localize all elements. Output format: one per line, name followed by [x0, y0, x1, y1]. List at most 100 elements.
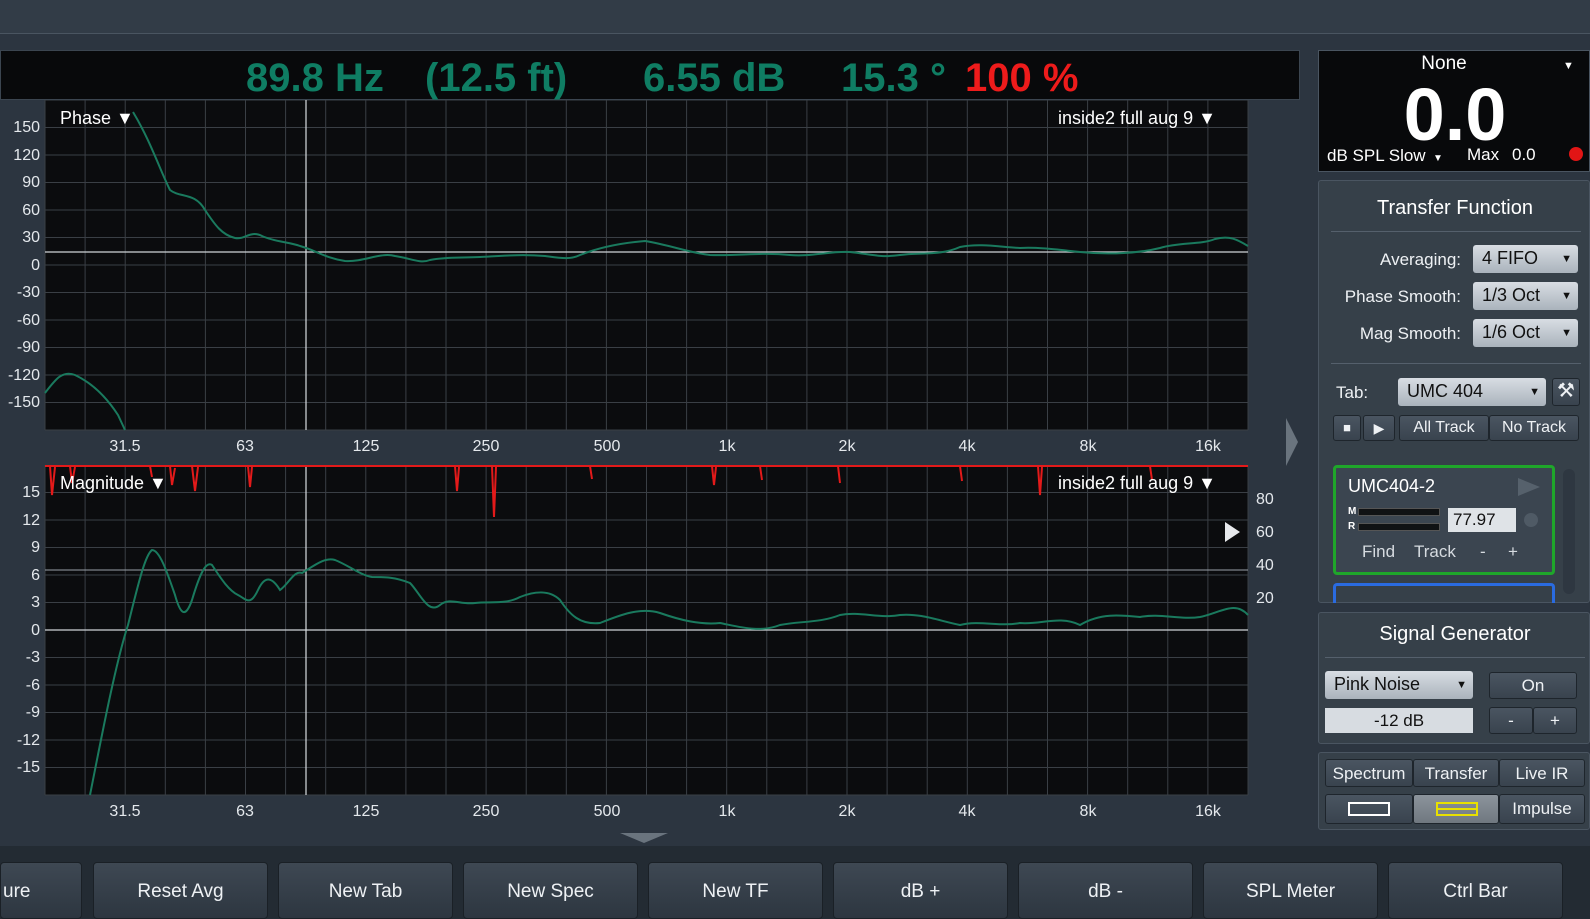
tab-label: Tab: [1336, 383, 1369, 402]
dual-pane-layout-button[interactable] [1413, 794, 1499, 824]
measurement-card[interactable]: UMC404-2 M R 77.97 Find Track - + [1333, 465, 1555, 575]
impulse-view-button[interactable]: Impulse [1499, 794, 1585, 824]
play-icon[interactable]: ▶ [1363, 415, 1395, 441]
phase-xtick: 250 [472, 438, 500, 455]
tf-title: Transfer Function [1377, 197, 1533, 219]
magnitude-graph[interactable] [0, 465, 1300, 830]
signal-generator-panel: Signal Generator Pink Noise ▼ On -12 dB -… [1318, 612, 1590, 744]
phase-xtick: 16k [1195, 438, 1221, 455]
level-minus-button[interactable]: - [1489, 707, 1533, 734]
dual-pane-icon [1436, 802, 1478, 816]
single-pane-layout-button[interactable] [1325, 794, 1413, 824]
chevron-down-icon: ▼ [1456, 679, 1467, 691]
magnitude-trace-label[interactable]: inside2 full aug 9 ▼ [1058, 473, 1216, 494]
chevron-down-icon: ▼ [1561, 327, 1572, 339]
live-readout: 89.8 Hz (12.5 ft) 6.55 dB 15.3 ° 100 % [0, 50, 1300, 100]
mag-ytick: -9 [25, 704, 40, 721]
mag-xtick: 16k [1195, 803, 1221, 820]
meter-r-label: R [1348, 521, 1356, 532]
phase-xtick: 500 [593, 438, 621, 455]
phase-ytick: 150 [13, 119, 40, 136]
magnitude-title[interactable]: Magnitude ▼ [60, 473, 167, 494]
spectrum-view-button[interactable]: Spectrum [1325, 759, 1413, 787]
transfer-view-button[interactable]: Transfer [1413, 759, 1499, 787]
new-tab-button[interactable]: New Tab [278, 862, 453, 919]
record-indicator-icon[interactable] [1569, 147, 1583, 161]
single-pane-icon [1348, 802, 1390, 816]
phase-smooth-dropdown[interactable]: 1/3 Oct ▼ [1473, 282, 1578, 310]
measurement-card-next[interactable] [1333, 583, 1555, 603]
minus-button[interactable]: - [1480, 542, 1486, 562]
measurement-play-icon[interactable] [1518, 478, 1540, 496]
view-mode-panel: Spectrum Transfer Live IR Impulse [1318, 752, 1590, 830]
readout-magnitude: 6.55 dB [643, 56, 786, 100]
all-track-button[interactable]: All Track [1399, 415, 1489, 441]
new-spec-button[interactable]: New Spec [463, 862, 638, 919]
spl-meter[interactable]: None ▼ 0.0 dB SPL Slow ▼ Max 0.0 [1318, 50, 1590, 172]
meter-m-label: M [1348, 506, 1357, 517]
mag-ytick: 9 [31, 539, 40, 556]
mag-xtick: 125 [352, 803, 380, 820]
live-ir-view-button[interactable]: Live IR [1499, 759, 1585, 787]
mag-xtick: 31.5 [109, 803, 141, 820]
phase-xtick: 31.5 [109, 438, 141, 455]
phase-ytick: 90 [22, 174, 40, 191]
magnitude-plot[interactable]: Magnitude ▼ inside2 full aug 9 ▼ 15 12 9… [0, 465, 1300, 830]
plus-button[interactable]: + [1508, 542, 1518, 562]
new-tf-button[interactable]: New TF [648, 862, 823, 919]
find-button[interactable]: Find [1362, 542, 1395, 562]
mag-xtick: 250 [472, 803, 500, 820]
meter-r-bar [1358, 523, 1440, 531]
no-track-button[interactable]: No Track [1489, 415, 1579, 441]
phase-trace-label[interactable]: inside2 full aug 9 ▼ [1058, 108, 1216, 129]
stop-icon[interactable]: ■ [1333, 415, 1361, 441]
chevron-down-icon: ▼ [1561, 290, 1572, 302]
phase-xtick: 8k [1079, 438, 1097, 455]
mag-xtick: 8k [1079, 803, 1097, 820]
mag-xtick: 2k [838, 803, 856, 820]
readout-coherence: 100 % [965, 56, 1079, 100]
signal-level-field[interactable]: -12 dB [1325, 708, 1473, 733]
reset-avg-button[interactable]: Reset Avg [93, 862, 268, 919]
mag-ytick: 0 [31, 622, 40, 639]
phase-ytick: -120 [7, 367, 40, 384]
signal-type-dropdown[interactable]: Pink Noise ▼ [1325, 671, 1473, 699]
phase-xtick: 125 [352, 438, 380, 455]
phase-ytick: -150 [7, 394, 40, 411]
db-plus-button[interactable]: dB + [833, 862, 1008, 919]
delay-lock-icon[interactable] [1524, 513, 1538, 527]
track-button[interactable]: Track [1414, 542, 1456, 562]
coherence-tick: 40 [1256, 557, 1274, 574]
phase-ytick: 120 [13, 147, 40, 164]
phase-plot[interactable]: Phase ▼ inside2 full aug 9 ▼ 150 120 90 … [0, 100, 1300, 465]
averaging-dropdown[interactable]: 4 FIFO ▼ [1473, 245, 1578, 273]
spl-max-label: Max [1467, 145, 1500, 164]
readout-phase: 15.3 ° [841, 56, 946, 100]
mag-ytick: 15 [22, 484, 40, 501]
db-minus-button[interactable]: dB - [1018, 862, 1193, 919]
collapse-bottom-arrow-icon[interactable] [620, 833, 668, 843]
tab-tools-icon[interactable]: ⚒ [1552, 378, 1580, 406]
phase-ytick: -60 [16, 312, 40, 329]
phase-ytick: 60 [22, 202, 40, 219]
averaging-label: Averaging: [1380, 250, 1461, 269]
ctrl-bar-button[interactable]: Ctrl Bar [1388, 862, 1563, 919]
measurement-scrollbar[interactable] [1563, 469, 1575, 594]
phase-graph[interactable] [0, 100, 1300, 465]
mag-smooth-dropdown[interactable]: 1/6 Oct ▼ [1473, 319, 1578, 347]
spl-mode-chevron-icon[interactable]: ▼ [1433, 153, 1443, 164]
spl-meter-button[interactable]: SPL Meter [1203, 862, 1378, 919]
transfer-function-panel: Transfer Function Averaging: 4 FIFO ▼ Pha… [1318, 180, 1590, 603]
signal-on-button[interactable]: On [1489, 672, 1577, 699]
collapse-sidebar-arrow-icon[interactable] [1286, 418, 1298, 466]
readout-frequency: 89.8 Hz [246, 56, 384, 100]
phase-xtick: 1k [718, 438, 736, 455]
delay-field[interactable]: 77.97 [1448, 508, 1516, 532]
phase-ytick: -30 [16, 284, 40, 301]
phase-title[interactable]: Phase ▼ [60, 108, 134, 129]
tab-dropdown[interactable]: UMC 404 ▼ [1398, 378, 1546, 406]
level-plus-button[interactable]: + [1533, 707, 1577, 734]
chevron-down-icon: ▼ [1561, 253, 1572, 265]
capture-button[interactable]: ure [0, 862, 82, 919]
spl-mode[interactable]: dB SPL Slow [1327, 146, 1426, 166]
